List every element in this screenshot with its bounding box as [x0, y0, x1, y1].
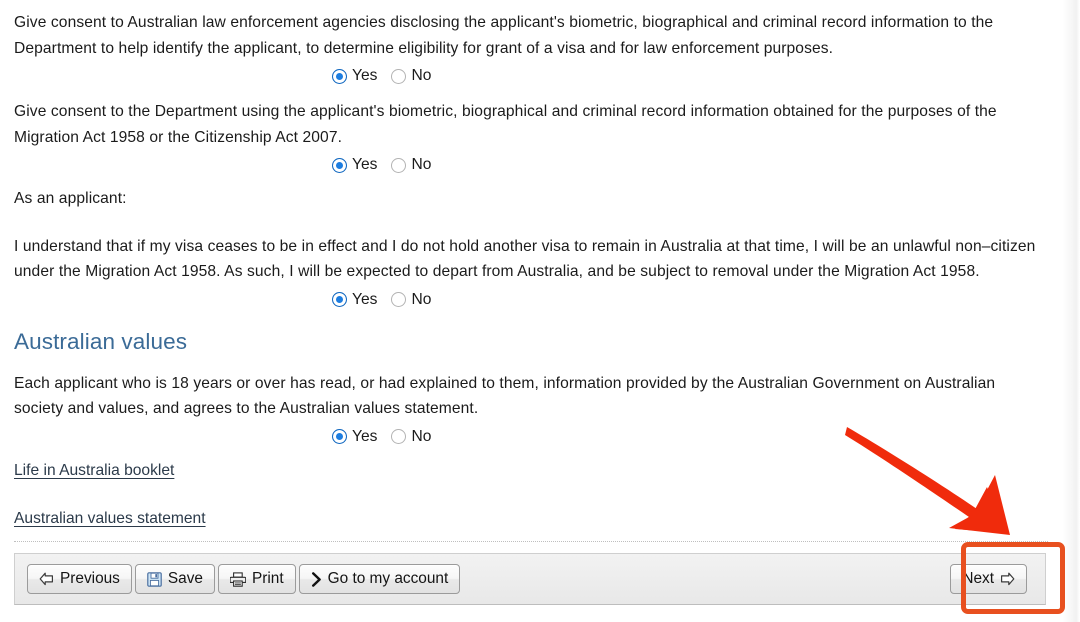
declaration-text: I understand that if my visa ceases to b… [14, 237, 1036, 281]
radio-label-yes: Yes [352, 427, 378, 445]
radio-group-consent-department-use[interactable]: Yes No [14, 152, 1048, 178]
australian-values-statement-link[interactable]: Australian values statement [14, 508, 206, 530]
radio-label-yes: Yes [352, 290, 378, 308]
radio-yes-selected-icon[interactable] [332, 429, 347, 444]
next-button-label: Next [962, 569, 994, 587]
radio-label-no: No [411, 156, 432, 173]
printer-icon [229, 571, 246, 587]
radio-label-yes: Yes [352, 156, 378, 173]
next-button[interactable]: Next [950, 564, 1027, 594]
radio-no-unselected-icon[interactable] [391, 157, 407, 173]
radio-label-no: No [411, 67, 432, 84]
radio-option-yes[interactable]: Yes [332, 155, 377, 175]
radio-yes-selected-icon[interactable] [332, 292, 347, 307]
question-consent-department-use: Give consent to the Department using the… [14, 99, 1048, 178]
question-consent-law-enforcement: Give consent to Australian law enforceme… [14, 10, 1048, 89]
radio-group-declaration[interactable]: Yes No [14, 287, 1048, 313]
radio-label-no: No [411, 290, 432, 308]
print-button[interactable]: Print [217, 564, 296, 594]
print-button-label: Print [251, 569, 284, 587]
radio-group-consent-law-enforcement[interactable]: Yes No [14, 63, 1048, 89]
form-navigation-toolbar: Previous Save Print Go to my account Nex… [14, 553, 1046, 605]
save-button[interactable]: Save [134, 564, 215, 594]
section-divider [14, 541, 1048, 543]
radio-option-no[interactable]: No [391, 155, 431, 175]
form-content: Give consent to Australian law enforceme… [14, 0, 1048, 530]
question-text: Give consent to the Department using the… [14, 103, 997, 146]
visa-application-page: Give consent to Australian law enforceme… [0, 0, 1080, 622]
life-in-australia-booklet-link[interactable]: Life in Australia booklet [14, 460, 174, 482]
applicant-intro-text: As an applicant: [14, 190, 127, 207]
radio-no-unselected-icon[interactable] [391, 68, 407, 84]
arrow-left-icon [39, 572, 54, 586]
radio-option-yes[interactable]: Yes [332, 290, 377, 310]
radio-option-no[interactable]: No [391, 290, 431, 310]
radio-option-yes[interactable]: Yes [332, 427, 377, 447]
go-to-my-account-button[interactable]: Go to my account [298, 564, 461, 594]
australian-values-text: Each applicant who is 18 years or over h… [14, 374, 996, 418]
previous-button-label: Previous [60, 569, 120, 587]
arrow-right-icon [1000, 572, 1015, 586]
toolbar-right-group: Next [950, 564, 1033, 594]
page-right-edge-shadow [1062, 0, 1080, 622]
radio-no-unselected-icon[interactable] [391, 429, 407, 444]
radio-option-no[interactable]: No [391, 427, 431, 447]
save-button-label: Save [167, 569, 203, 587]
radio-no-unselected-icon[interactable] [391, 292, 407, 307]
question-text: Give consent to Australian law enforceme… [14, 14, 994, 57]
go-to-my-account-button-label: Go to my account [327, 569, 449, 587]
radio-yes-selected-icon[interactable] [332, 157, 347, 173]
radio-label-yes: Yes [352, 67, 378, 84]
chevron-right-icon [311, 571, 322, 587]
radio-group-australian-values[interactable]: Yes No [14, 424, 1048, 450]
toolbar-left-group: Previous Save Print Go to my account [27, 564, 461, 594]
radio-yes-selected-icon[interactable] [332, 68, 347, 84]
radio-option-no[interactable]: No [391, 66, 431, 86]
floppy-disk-icon [147, 571, 162, 587]
declaration-unlawful-non-citizen: I understand that if my visa ceases to b… [14, 234, 1048, 313]
previous-button[interactable]: Previous [27, 564, 132, 594]
radio-option-yes[interactable]: Yes [332, 66, 377, 86]
radio-label-no: No [411, 427, 432, 445]
section-heading-australian-values: Australian values [14, 328, 188, 354]
